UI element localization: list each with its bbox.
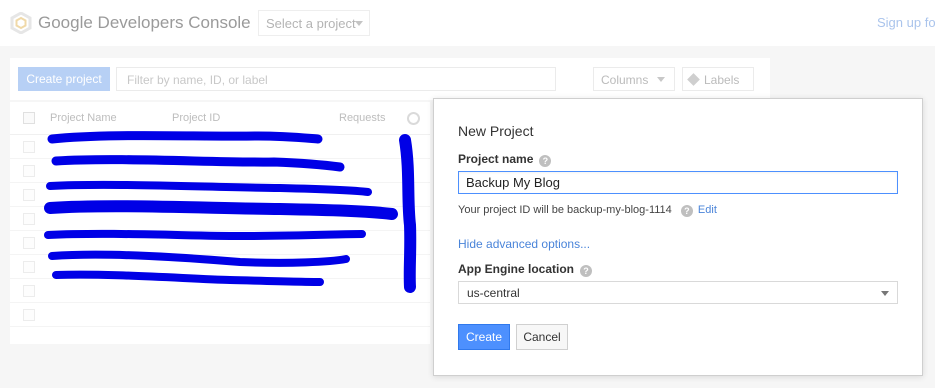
table-row[interactable] <box>10 135 430 159</box>
edit-project-id-link[interactable]: Edit <box>698 204 717 216</box>
table-row[interactable] <box>10 183 430 207</box>
table-row[interactable] <box>10 159 430 183</box>
row-checkbox[interactable] <box>23 285 35 297</box>
cancel-button[interactable]: Cancel <box>516 324 568 350</box>
project-id-line: Your project ID will be backup-my-blog-1… <box>458 204 717 217</box>
project-name-input[interactable] <box>458 171 898 194</box>
table-header: Project Name Project ID Requests <box>10 102 430 135</box>
columns-dropdown[interactable]: Columns <box>593 67 675 91</box>
hide-advanced-options-link[interactable]: Hide advanced options... <box>458 237 590 251</box>
select-all-checkbox[interactable] <box>23 112 35 124</box>
table-row[interactable] <box>10 231 430 255</box>
app-engine-location-label-text: App Engine location <box>458 262 574 276</box>
project-toolbar: Create project Filter by name, ID, or la… <box>10 58 770 100</box>
project-id-text: Your project ID will be backup-my-blog-1… <box>458 204 672 216</box>
signup-link[interactable]: Sign up for <box>877 15 935 30</box>
project-name-label: Project name? <box>458 152 552 167</box>
columns-label: Columns <box>601 73 649 87</box>
table-row[interactable] <box>10 303 430 327</box>
row-checkbox[interactable] <box>23 213 35 225</box>
chevron-down-icon <box>355 21 363 26</box>
table-row[interactable] <box>10 279 430 303</box>
labels-button[interactable]: Labels <box>682 67 754 91</box>
table-row[interactable] <box>10 255 430 279</box>
help-icon[interactable]: ? <box>680 205 693 217</box>
row-checkbox[interactable] <box>23 237 35 249</box>
row-checkbox[interactable] <box>23 141 35 153</box>
hexagon-logo-icon <box>10 12 32 34</box>
help-icon[interactable]: ? <box>580 265 592 277</box>
chevron-down-icon <box>881 291 889 296</box>
chevron-down-icon <box>657 77 665 82</box>
create-project-button[interactable]: Create project <box>18 67 110 91</box>
help-icon[interactable]: ? <box>539 155 552 167</box>
project-selector-label: Select a project <box>266 16 356 31</box>
project-selector[interactable]: Select a project <box>258 10 370 36</box>
row-checkbox[interactable] <box>23 309 35 321</box>
column-header-project-name[interactable]: Project Name <box>50 112 117 124</box>
new-project-dialog: New Project Project name? Your project I… <box>433 98 923 376</box>
create-button[interactable]: Create <box>458 324 510 350</box>
tag-icon <box>687 73 700 86</box>
filter-input[interactable]: Filter by name, ID, or label <box>116 67 556 91</box>
labels-label: Labels <box>704 73 740 87</box>
row-checkbox[interactable] <box>23 261 35 273</box>
app-engine-location-select[interactable]: us-central <box>458 281 898 304</box>
location-value: us-central <box>467 286 520 300</box>
project-name-label-text: Project name <box>458 152 534 166</box>
dialog-title: New Project <box>458 123 534 139</box>
column-header-project-id[interactable]: Project ID <box>172 112 220 124</box>
app-brand: Google Developers Console <box>38 13 251 32</box>
column-header-requests[interactable]: Requests <box>339 112 385 124</box>
table-row[interactable] <box>10 207 430 231</box>
app-engine-location-label: App Engine location? <box>458 262 592 277</box>
top-bar: Google Developers Console Select a proje… <box>0 0 935 46</box>
row-checkbox[interactable] <box>23 165 35 177</box>
row-checkbox[interactable] <box>23 189 35 201</box>
gear-icon[interactable] <box>407 112 420 125</box>
projects-table: Project Name Project ID Requests <box>10 102 430 344</box>
